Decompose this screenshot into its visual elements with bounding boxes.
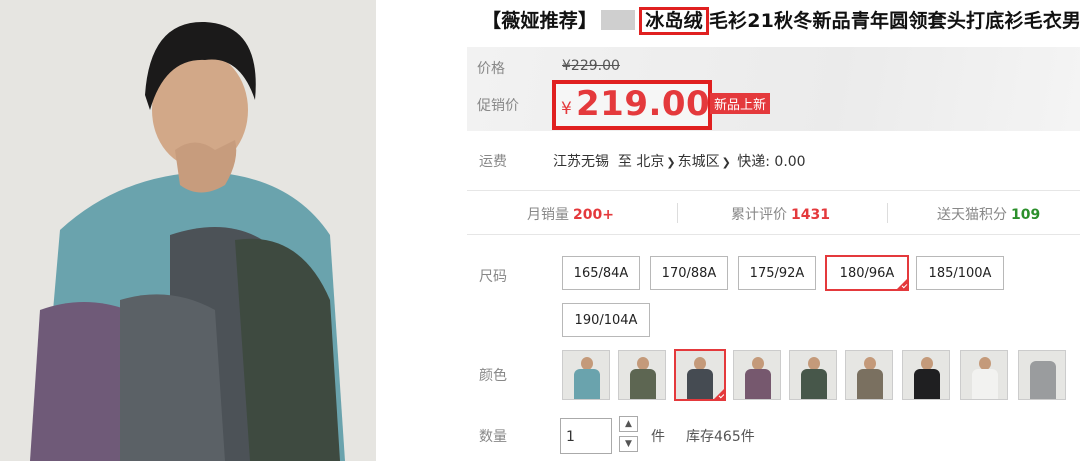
color-swatch-black[interactable] [902, 350, 950, 400]
color-swatch-green[interactable] [789, 350, 837, 400]
quantity-label: 数量 [479, 429, 507, 445]
ship-district-select[interactable]: 东城区 ❯ [678, 154, 733, 170]
ship-city-select[interactable]: 北京 ❯ [636, 154, 677, 170]
monthly-sales: 月销量 200+ [527, 204, 614, 224]
color-swatch-light-blue[interactable] [562, 350, 610, 400]
ship-origin: 江苏无锡 [553, 154, 609, 170]
title-prefix: 【薇娅推荐】 [482, 10, 598, 32]
reviews-value: 1431 [791, 207, 830, 223]
size-option-label: 170/88A [661, 265, 717, 281]
sweater-icon [801, 369, 827, 399]
color-swatch-dark-grey-selected[interactable] [674, 349, 726, 401]
sweater-icon [914, 369, 940, 399]
image-gutter [376, 0, 444, 461]
color-label: 颜色 [479, 368, 507, 384]
quantity-decrease-button[interactable]: ▼ [619, 436, 638, 452]
promo-price-label: 促销价 [477, 98, 519, 114]
ship-city: 北京 [636, 154, 665, 170]
points-label: 送天猫积分 [937, 207, 1007, 223]
reviews-label: 累计评价 [731, 207, 787, 223]
size-option-label: 165/84A [573, 265, 629, 281]
color-swatch-olive-green[interactable] [618, 350, 666, 400]
ship-to: 至 [617, 154, 632, 170]
size-option-175[interactable]: 175/92A [738, 256, 816, 290]
cumulative-reviews[interactable]: 累计评价 1431 [731, 204, 830, 224]
sales-stats: 月销量 200+ 累计评价 1431 送天猫积分 109 [467, 190, 1080, 235]
original-price: ¥229.00 [562, 58, 620, 74]
color-swatch-plum[interactable] [733, 350, 781, 400]
sweater-icon [574, 369, 600, 399]
ship-express: 快递: 0.00 [737, 154, 806, 170]
sweater-icon [857, 369, 883, 399]
product-title: 【薇娅推荐】 冰岛绒 毛衫21秋冬新品青年圆领套头打底衫毛衣男 [482, 6, 1080, 40]
promo-price-box: ¥ 219.00 [552, 80, 712, 130]
quantity-unit: 件 [651, 429, 665, 445]
sweater-icon [1030, 361, 1056, 399]
size-option-190[interactable]: 190/104A [562, 303, 650, 337]
size-label: 尺码 [479, 269, 507, 285]
stock-info: 库存465件 [686, 429, 755, 445]
quantity-increase-button[interactable]: ▲ [619, 416, 638, 432]
selected-check-icon [896, 278, 908, 290]
price-panel: 价格 ¥229.00 促销价 ¥ 219.00 新品上新 [467, 47, 1080, 131]
title-rest: 毛衫21秋冬新品青年圆领套头打底衫毛衣男 [708, 10, 1080, 32]
sweater-icon [630, 369, 656, 399]
monthly-sales-value: 200+ [573, 207, 614, 223]
title-highlight: 冰岛绒 [639, 7, 709, 35]
size-option-label: 180/96A [839, 265, 895, 281]
size-option-180-selected[interactable]: 180/96A [825, 255, 909, 291]
shipping-label: 运费 [479, 154, 507, 170]
color-swatch-grey[interactable] [1018, 350, 1066, 400]
points-value: 109 [1011, 207, 1041, 223]
stats-divider [887, 203, 888, 223]
color-swatch-khaki[interactable] [845, 350, 893, 400]
sweater-icon [745, 369, 771, 399]
chevron-down-icon: ❯ [721, 156, 731, 169]
size-option-170[interactable]: 170/88A [650, 256, 728, 290]
size-option-165[interactable]: 165/84A [562, 256, 640, 290]
promo-price: 219.00 [576, 84, 711, 124]
tmall-points: 送天猫积分 109 [937, 204, 1040, 224]
size-option-185[interactable]: 185/100A [916, 256, 1004, 290]
color-swatch-white[interactable] [960, 350, 1008, 400]
product-image[interactable] [0, 0, 376, 461]
new-arrival-badge: 新品上新 [710, 93, 771, 114]
ship-district: 东城区 [677, 154, 720, 170]
monthly-sales-label: 月销量 [527, 207, 569, 223]
chevron-down-icon: ▼ [625, 439, 632, 449]
chevron-down-icon: ❯ [666, 156, 676, 169]
quantity-input[interactable]: 1 [560, 418, 612, 454]
blurred-brand [601, 10, 636, 30]
size-option-label: 185/100A [928, 265, 992, 281]
sweater-icon [972, 369, 998, 399]
size-option-label: 175/92A [749, 265, 805, 281]
chevron-up-icon: ▲ [625, 419, 632, 429]
shipping-info: 江苏无锡 至 北京 ❯ 东城区 ❯ 快递: 0.00 [553, 151, 806, 171]
product-photo-illustration [0, 0, 376, 461]
sweater-icon [687, 369, 713, 399]
stats-divider [677, 203, 678, 223]
price-label: 价格 [477, 61, 505, 77]
currency-symbol: ¥ [561, 99, 572, 119]
size-option-label: 190/104A [574, 312, 638, 328]
selected-check-icon [713, 388, 724, 399]
